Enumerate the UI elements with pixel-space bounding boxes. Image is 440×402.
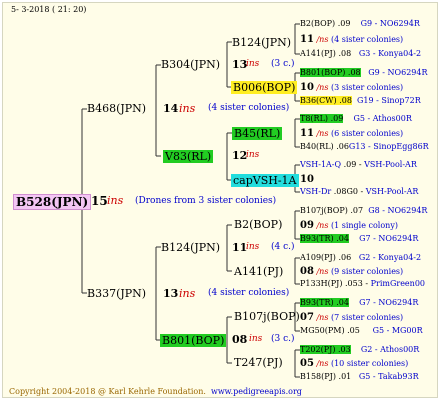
ggp-b006-id[interactable]: B006(BOP) <box>231 81 298 94</box>
root-ins-value: 15 <box>91 194 108 208</box>
ggp-capvsh-ins: 10 <box>300 174 314 185</box>
leaf-4[interactable]: T8(RL) .09 G5 - Athos00R <box>300 114 412 123</box>
leaf-9[interactable]: B93(TR) .04 G7 - NO6294R <box>300 234 418 243</box>
gp-b124-note: (4 c.) <box>271 242 295 252</box>
gp-v83-id[interactable]: V83(RL) <box>163 150 214 163</box>
ggp-b2-ins: 09 /ns (1 single colony) <box>300 220 398 231</box>
gp-b304-note: (3 c.) <box>271 59 295 69</box>
gp-b124-ins-label: ins <box>246 242 260 252</box>
father-top-ins-label: ins <box>179 102 196 115</box>
gp-b801-note: (3 c.) <box>271 334 295 344</box>
leaf-10[interactable]: A109(PJ) .06 G2 - Konya04-2 <box>300 254 421 262</box>
leaf-13[interactable]: MG50(PM) .05 G5 - MG00R <box>300 327 423 335</box>
leaf-0[interactable]: B2(BOP) .09 G9 - NO6294R <box>300 20 420 28</box>
gp-b801-id[interactable]: B801(BOP) <box>160 334 227 347</box>
leaf-3[interactable]: B36(CW) .08 G19 - Sinop72R <box>300 96 421 105</box>
pedigree-page: { "header": {"date": "5- 3-2018 ( 21: 20… <box>2 2 438 398</box>
root-note: (Drones from 3 sister colonies) <box>135 196 277 206</box>
father-bottom-note: (4 sister colonies) <box>208 288 290 298</box>
ggp-b124top-ins: 11 /ns (4 sister colonies) <box>300 34 404 45</box>
ggp-b107-id[interactable]: B107j(BOP) <box>234 311 300 322</box>
ggp-t247-id[interactable]: T247(PJ) <box>234 357 283 368</box>
ggp-b006-ins: 10 /ns (3 sister colonies) <box>300 82 404 93</box>
father-top-id[interactable]: B468(JPN) <box>87 103 146 114</box>
leaf-11[interactable]: P133H(PJ) .053 - PrimGreen00 <box>300 280 425 288</box>
gp-b801-ins-label: ins <box>249 334 263 344</box>
father-top-ins-value: 14 <box>163 102 179 115</box>
leaf-7[interactable]: VSH-Dr .08G0 - VSH-Pool-AR <box>300 188 418 196</box>
ggp-capvsh-id[interactable]: capVSH-1A <box>231 174 299 187</box>
leaf-1[interactable]: A141(PJ) .08 G3 - Konya04-2 <box>300 50 421 58</box>
leaf-6[interactable]: VSH-1A-Q .09 - VSH-Pool-AR <box>300 161 417 169</box>
date-header: 5- 3-2018 ( 21: 20) <box>11 5 87 14</box>
footer-copyright: Copyright 2004-2018 @ Karl Kehrle Founda… <box>9 387 302 396</box>
father-top-note: (4 sister colonies) <box>208 103 290 113</box>
ggp-t247-ins: 05 /ns (10 sister colonies) <box>300 358 409 369</box>
ggp-a141-id[interactable]: A141(PJ) <box>234 266 283 277</box>
gp-b304-ins-label: ins <box>246 59 260 69</box>
gp-b124-id[interactable]: B124(JPN) <box>161 242 220 253</box>
father-bottom-ins-value: 13 <box>163 287 179 300</box>
leaf-5[interactable]: B40(RL) .06G13 - SinopEgg86R <box>300 143 429 151</box>
leaf-14[interactable]: T202(PJ) .03 G2 - Athos00R <box>300 345 419 354</box>
root-queen-id[interactable]: B528(JPN) <box>13 194 92 210</box>
ggp-b45-ins: 11 /ns (6 sister colonies) <box>300 128 404 139</box>
gp-b304-id[interactable]: B304(JPN) <box>161 59 220 70</box>
father-bottom-ins-label: ins <box>179 287 196 300</box>
gp-b801-ins-value: 08 <box>232 333 248 346</box>
ggp-b107-ins: 07 /ns (7 sister colonies) <box>300 312 404 323</box>
ggp-b2-id[interactable]: B2(BOP) <box>234 219 282 230</box>
leaf-15[interactable]: B158(PJ) .01 G5 - Takab93R <box>300 373 419 381</box>
ggp-b45-id[interactable]: B45(RL) <box>232 127 283 140</box>
father-bottom-id[interactable]: B337(JPN) <box>87 288 146 299</box>
leaf-8[interactable]: B107j(BOP) .07 G8 - NO6294R <box>300 207 427 215</box>
leaf-2[interactable]: B801(BOP) .08 G9 - NO6294R <box>300 68 428 77</box>
leaf-12[interactable]: B93(TR) .04 G7 - NO6294R <box>300 298 418 307</box>
gp-v83-ins-label: ins <box>246 150 260 160</box>
ggp-a141-ins: 08 /ns (9 sister colonies) <box>300 266 404 277</box>
ggp-b124top-id[interactable]: B124(JPN) <box>232 37 291 48</box>
root-ins-label: ins <box>107 194 124 207</box>
footer-url[interactable]: www.pedigreeapis.org <box>211 387 302 396</box>
